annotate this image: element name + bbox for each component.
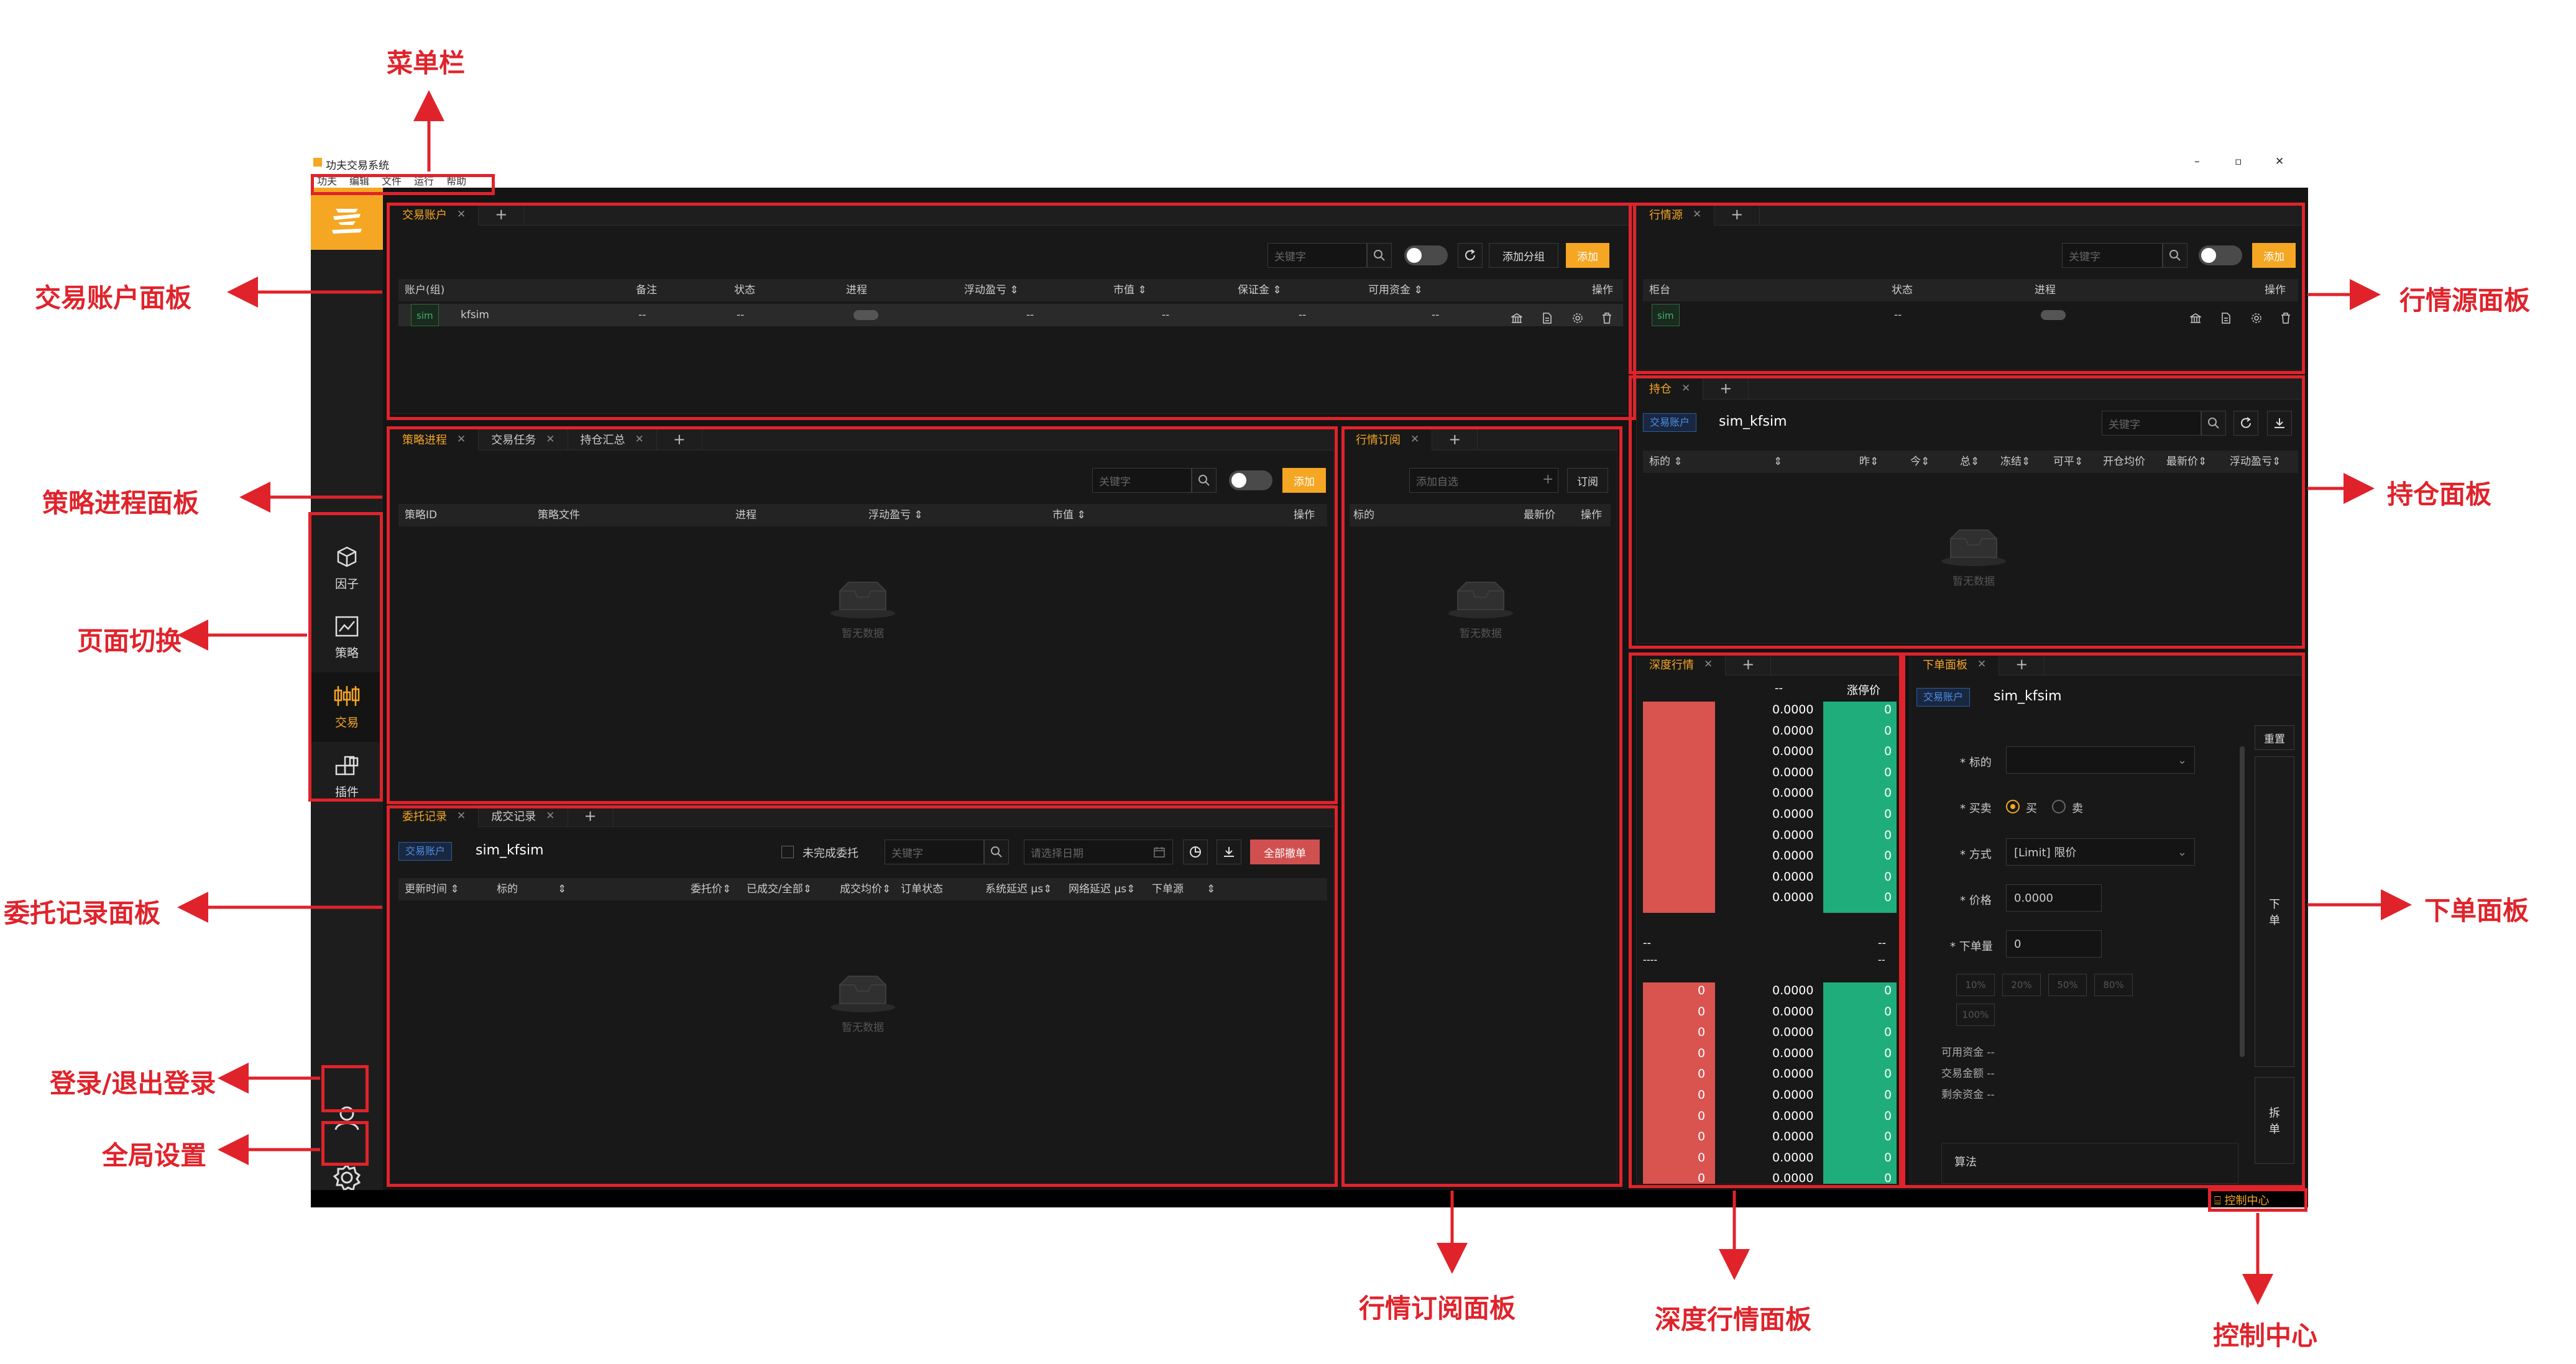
annotation-login: 登录/退出登录 bbox=[50, 1068, 216, 1099]
annotation-arrows bbox=[177, 90, 2412, 1305]
annotation-menubar: 菜单栏 bbox=[387, 48, 466, 78]
annotation-pages: 页面切换 bbox=[77, 626, 182, 656]
annotation-sub: 行情订阅面板 bbox=[1359, 1293, 1516, 1324]
annotation-orders: 委托记录面板 bbox=[4, 898, 161, 928]
annotation-place: 下单面板 bbox=[2424, 895, 2529, 926]
annotation-control: 控制中心 bbox=[2213, 1321, 2318, 1351]
annotated-screenshot: 功夫交易系统 – ▫ ✕ 功夫 编辑 文件 运行 帮助 因子 策略 交易 插件 … bbox=[0, 0, 2576, 1364]
annotation-position: 持仓面板 bbox=[2387, 479, 2492, 510]
annotation-settings: 全局设置 bbox=[102, 1140, 207, 1171]
annotation-strategy: 策略进程面板 bbox=[42, 488, 200, 518]
annotation-account: 交易账户面板 bbox=[35, 283, 192, 313]
annotation-md-source: 行情源面板 bbox=[2399, 285, 2531, 316]
annotation-depth: 深度行情面板 bbox=[1655, 1304, 1812, 1335]
